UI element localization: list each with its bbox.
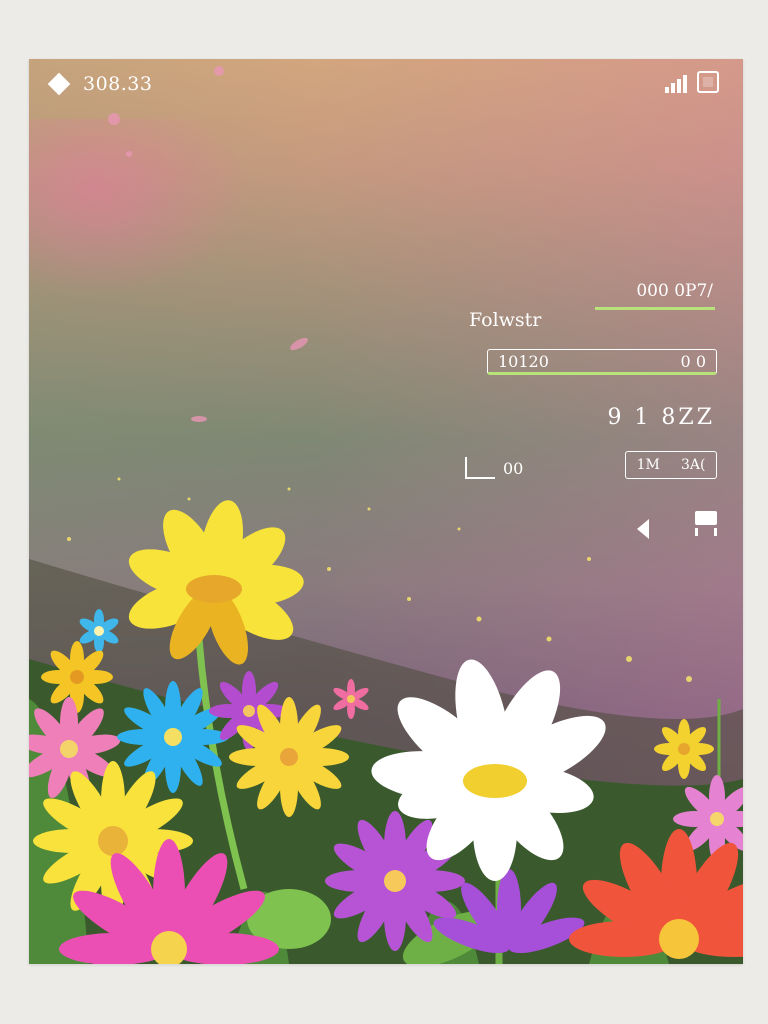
status-bar-left: 308.33 xyxy=(47,72,153,96)
diamond-icon xyxy=(47,72,71,96)
clock: 308.33 xyxy=(83,73,153,95)
battery-icon xyxy=(697,71,719,93)
toggle-button[interactable]: 1M 3A( xyxy=(625,451,717,479)
primary-label: Folwstr xyxy=(469,309,542,331)
value-field-right: 0 0 xyxy=(680,351,706,371)
mid-readout: 9 1 8ZZ xyxy=(607,405,715,430)
top-readout: 000 0P7/ xyxy=(636,281,713,301)
value-field[interactable]: 10120 0 0 xyxy=(487,349,717,375)
mic-icon[interactable] xyxy=(695,511,719,537)
toggle-button-left: 1M xyxy=(636,457,660,473)
sound-icon[interactable] xyxy=(637,519,649,539)
corner-bracket-icon xyxy=(465,457,495,479)
secondary-label: 00 xyxy=(503,459,524,478)
toggle-button-right: 3A( xyxy=(680,457,706,473)
flower-field-illustration xyxy=(29,66,743,964)
wallpaper-frame: 308.33 000 0P7/ Folwstr 10120 0 0 9 1 8Z… xyxy=(29,59,743,964)
top-readout-underline xyxy=(595,307,715,310)
signal-icon xyxy=(665,71,687,93)
value-field-left: 10120 xyxy=(498,351,549,371)
status-bar-right xyxy=(665,71,719,93)
